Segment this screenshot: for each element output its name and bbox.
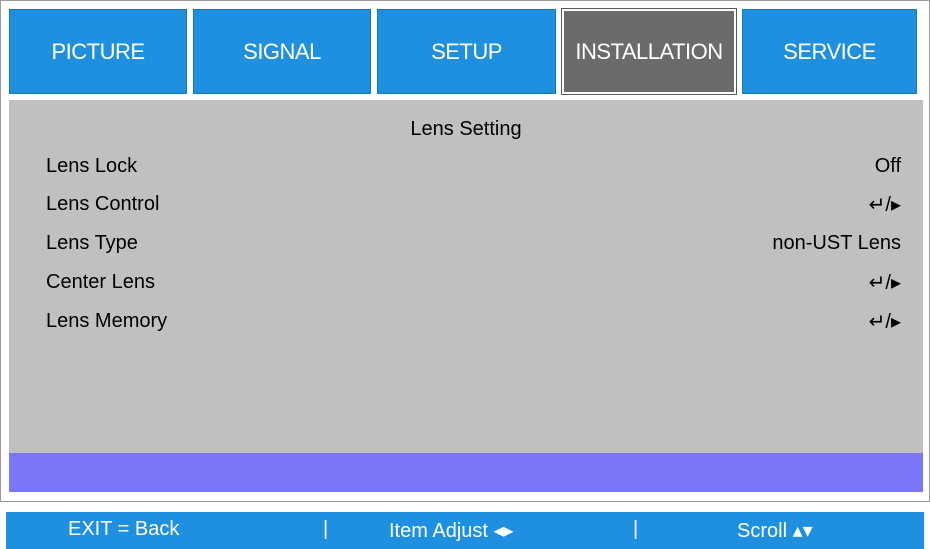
- osd-menu-frame: PICTURE SIGNAL SETUP INSTALLATION SERVIC…: [0, 0, 930, 502]
- enter-arrow-icon: ↵/▸: [868, 271, 901, 294]
- menu-item-center-lens[interactable]: Center Lens ↵/▸: [46, 268, 901, 296]
- item-label: Lens Memory: [46, 309, 168, 332]
- item-value: Off: [874, 154, 901, 177]
- item-label: Lens Control: [46, 192, 160, 215]
- footer-separator: |: [633, 518, 639, 540]
- section-title: Lens Setting: [410, 118, 522, 140]
- footer-scroll-hint: Scroll ▴▾: [737, 520, 813, 542]
- item-label: Lens Type: [46, 231, 138, 254]
- help-footer: EXIT = Back | Item Adjust ◂▸ | Scroll ▴▾: [6, 512, 924, 549]
- tab-service[interactable]: SERVICE: [742, 9, 917, 94]
- tab-signal[interactable]: SIGNAL: [193, 9, 371, 94]
- menu-content: Lens Setting Lens Lock Off Lens Control …: [9, 100, 923, 492]
- footer-adjust-hint: Item Adjust ◂▸: [389, 520, 514, 542]
- tab-installation[interactable]: INSTALLATION: [561, 8, 737, 95]
- menu-tabs: PICTURE SIGNAL SETUP INSTALLATION SERVIC…: [9, 8, 923, 95]
- tab-picture[interactable]: PICTURE: [9, 9, 187, 94]
- menu-item-lens-memory[interactable]: Lens Memory ↵/▸: [46, 307, 901, 335]
- enter-arrow-icon: ↵/▸: [868, 193, 901, 216]
- menu-item-lens-control[interactable]: Lens Control ↵/▸: [46, 190, 901, 218]
- item-label: Lens Lock: [46, 154, 138, 177]
- enter-arrow-icon: ↵/▸: [868, 310, 901, 333]
- footer-separator: |: [323, 518, 329, 540]
- item-value: non-UST Lens: [772, 231, 901, 254]
- menu-item-lens-type[interactable]: Lens Type non-UST Lens: [46, 229, 901, 257]
- item-label: Center Lens: [46, 270, 155, 293]
- footer-exit-hint: EXIT = Back: [68, 518, 180, 540]
- selection-highlight-bar: [9, 453, 923, 492]
- tab-setup[interactable]: SETUP: [377, 9, 556, 94]
- menu-item-lens-lock[interactable]: Lens Lock Off: [46, 152, 901, 180]
